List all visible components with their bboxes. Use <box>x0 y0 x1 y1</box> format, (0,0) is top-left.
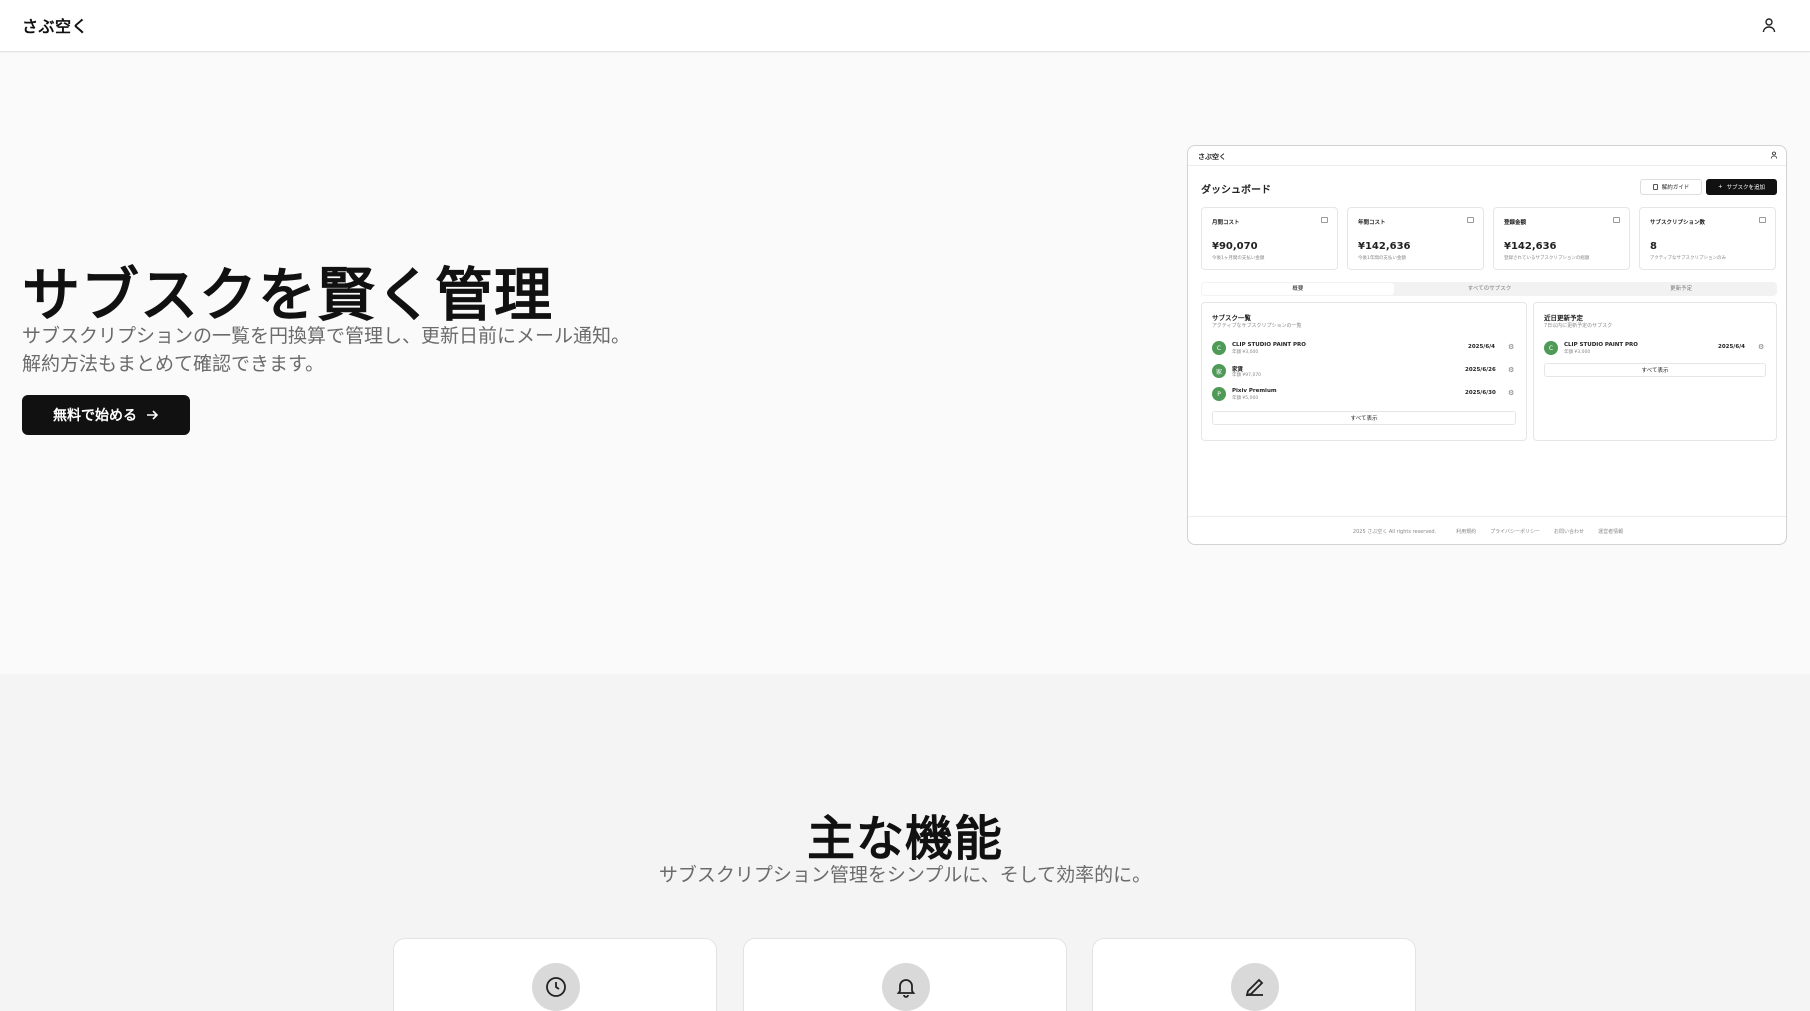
subscription-name: Pixiv Premium <box>1232 388 1277 394</box>
stat-value: 8 <box>1650 241 1657 252</box>
panel-title: 近日更新予定 <box>1544 314 1583 322</box>
renewal-date: 2025/6/26 <box>1465 367 1496 373</box>
preview-user-icon <box>1770 151 1778 159</box>
avatar: C <box>1544 341 1558 355</box>
preview-footer: 2025 さぶ空く All rights reserved. 利用規約 プライバ… <box>1188 516 1786 544</box>
features-section: 主な機能 サブスクリプション管理をシンプルに、そして効率的に。 <box>0 674 1810 1011</box>
preview-tab-all-subscriptions: すべてのサブスク <box>1467 286 1512 292</box>
list-item: P Pixiv Premium 年額 ¥5,000 2025/6/30 ⚙ <box>1212 387 1518 405</box>
subscription-price: 年額 ¥97,070 <box>1232 373 1262 378</box>
stat-card-monthly-cost: 月間コスト ¥90,070 今後1ヶ月間の支払い金額 <box>1201 207 1338 270</box>
clock-icon <box>546 977 566 997</box>
preview-add-subscription-button: + サブスクを追加 <box>1706 179 1777 195</box>
card-icon <box>1613 217 1620 223</box>
panel-title: サブスク一覧 <box>1212 314 1251 322</box>
document-icon <box>1652 184 1658 190</box>
subscription-list-panel: サブスク一覧 アクティブなサブスクリプションの一覧 C CLIP STUDIO … <box>1201 302 1527 441</box>
preview-tab-bar: 概要 すべてのサブスク 更新予定 <box>1201 282 1777 296</box>
brand-logo[interactable]: さぶ空く <box>22 13 88 37</box>
subscription-name: CLIP STUDIO PAINT PRO <box>1232 342 1306 348</box>
user-account-button[interactable] <box>1758 14 1780 36</box>
show-all-button: すべて表示 <box>1212 411 1516 425</box>
gear-icon: ⚙ <box>1508 366 1515 374</box>
document-icon <box>1759 217 1766 223</box>
renewal-date: 2025/6/4 <box>1718 344 1745 350</box>
stat-label: 月間コスト <box>1212 220 1240 226</box>
stat-subtext: 今後1ヶ月間の支払い金額 <box>1212 256 1265 261</box>
stat-card-subscription-count: サブスクリプション数 8 アクティブなサブスクリプションのみ <box>1639 207 1776 270</box>
list-item: C CLIP STUDIO PAINT PRO 年額 ¥3,000 2025/6… <box>1544 341 1768 359</box>
feature-icon-circle <box>532 963 580 1011</box>
preview-page-title: ダッシュボード <box>1201 185 1271 196</box>
footer-link-operator: 運営者情報 <box>1598 529 1624 535</box>
plus-icon: + <box>1717 184 1723 190</box>
hero-section: サブスクを賢く管理 サブスクリプションの一覧を円換算で管理し、更新日前にメール通… <box>0 53 1810 674</box>
stat-label: サブスクリプション数 <box>1650 220 1706 226</box>
gear-icon: ⚙ <box>1508 343 1515 351</box>
stat-label: 年間コスト <box>1358 220 1386 226</box>
features-subtitle: サブスクリプション管理をシンプルに、そして効率的に。 <box>658 864 1152 886</box>
stat-card-registered-amount: 登録金額 ¥142,636 登録されているサブスクリプションの総額 <box>1493 207 1630 270</box>
stat-value: ¥90,070 <box>1212 241 1258 252</box>
subscription-price: 年額 ¥5,000 <box>1232 396 1259 401</box>
gear-icon: ⚙ <box>1758 343 1765 351</box>
subscription-price: 年額 ¥3,000 <box>1232 350 1259 355</box>
card-icon <box>1467 217 1474 223</box>
subscription-price: 年額 ¥3,000 <box>1564 350 1591 355</box>
pencil-icon <box>1245 978 1264 997</box>
renewal-date: 2025/6/4 <box>1468 344 1495 350</box>
panel-subtitle: 7日以内に更新予定のサブスク <box>1544 323 1613 329</box>
stat-subtext: 今後1年間の支払い金額 <box>1358 256 1406 261</box>
renewal-date: 2025/6/30 <box>1465 390 1496 396</box>
feature-card-clock <box>393 938 717 1011</box>
show-all-button: すべて表示 <box>1544 363 1766 377</box>
subscription-name: CLIP STUDIO PAINT PRO <box>1564 342 1638 348</box>
avatar: 家 <box>1212 364 1226 378</box>
stat-value: ¥142,636 <box>1358 241 1411 252</box>
feature-card-bell <box>743 938 1067 1011</box>
avatar: P <box>1212 387 1226 401</box>
preview-tab-upcoming: 更新予定 <box>1670 286 1693 292</box>
footer-link-privacy: プライバシーポリシー <box>1490 529 1541 535</box>
hero-description: サブスクリプションの一覧を円換算で管理し、更新日前にメール通知。解約方法もまとめ… <box>22 325 631 375</box>
feature-icon-circle <box>882 963 930 1011</box>
preview-brand: さぶ空く <box>1198 153 1226 161</box>
start-free-button-label: 無料で始める <box>53 408 137 424</box>
feature-icon-circle <box>1231 963 1279 1011</box>
list-item: 家 家賃 年額 ¥97,070 2025/6/26 ⚙ <box>1212 364 1518 382</box>
stat-value: ¥142,636 <box>1504 241 1557 252</box>
copyright-text: 2025 さぶ空く All rights reserved. <box>1352 529 1437 535</box>
stat-subtext: アクティブなサブスクリプションのみ <box>1650 256 1727 261</box>
panel-subtitle: アクティブなサブスクリプションの一覧 <box>1212 323 1302 329</box>
footer-link-contact: お問い合わせ <box>1554 529 1585 535</box>
gear-icon: ⚙ <box>1508 389 1515 397</box>
preview-tab-overview: 概要 <box>1202 283 1394 295</box>
start-free-button[interactable]: 無料で始める <box>22 395 190 435</box>
list-item: C CLIP STUDIO PAINT PRO 年額 ¥3,000 2025/6… <box>1212 341 1518 359</box>
preview-topbar: さぶ空く <box>1188 146 1786 166</box>
footer-link-terms: 利用規約 <box>1456 529 1477 535</box>
bell-icon <box>896 979 916 998</box>
arrow-right-icon <box>147 410 159 420</box>
stat-subtext: 登録されているサブスクリプションの総額 <box>1504 256 1590 261</box>
preview-cancel-guide-button: 解約ガイド <box>1640 179 1702 195</box>
dashboard-preview: さぶ空く ダッシュボード 解約ガイド + サブスクを追加 月間コスト ¥90,0… <box>1187 145 1787 545</box>
user-icon <box>1762 18 1776 33</box>
feature-card-pencil <box>1092 938 1416 1011</box>
preview-cancel-guide-label: 解約ガイド <box>1661 185 1690 191</box>
top-navigation-bar: さぶ空く <box>0 0 1810 52</box>
hero-title: サブスクを賢く管理 <box>22 261 554 329</box>
upcoming-renewals-panel: 近日更新予定 7日以内に更新予定のサブスク C CLIP STUDIO PAIN… <box>1533 302 1777 441</box>
card-icon <box>1321 217 1328 223</box>
stat-card-yearly-cost: 年間コスト ¥142,636 今後1年間の支払い金額 <box>1347 207 1484 270</box>
stat-label: 登録金額 <box>1504 220 1527 226</box>
preview-add-subscription-label: サブスクを追加 <box>1726 185 1766 191</box>
avatar: C <box>1212 341 1226 355</box>
features-title: 主な機能 <box>806 811 1003 867</box>
